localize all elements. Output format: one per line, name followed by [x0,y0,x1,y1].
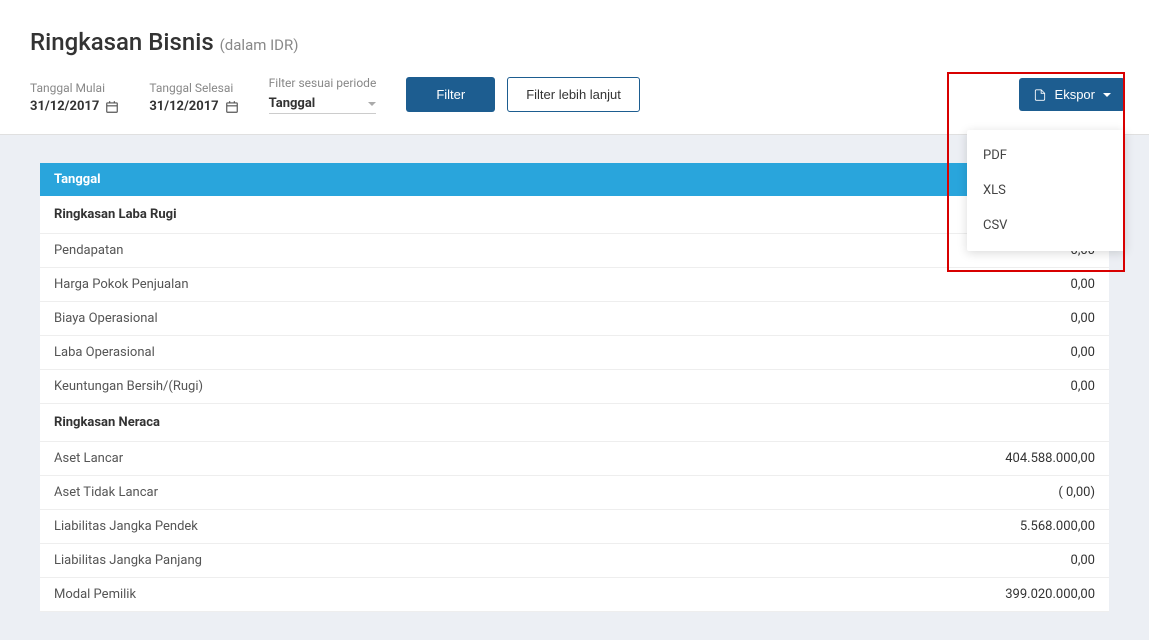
filter-bar: Tanggal Mulai 31/12/2017 Tanggal Selesai… [0,66,1149,135]
period-filter-value: Tanggal [269,96,316,111]
end-date-label: Tanggal Selesai [149,81,238,95]
row-value: ( 0,00) [1058,485,1095,500]
calendar-icon [225,100,239,114]
row-liab-pendek: Liabilitas Jangka Pendek 5.568.000,00 [40,510,1109,544]
row-value: 5.568.000,00 [1020,519,1095,534]
export-option-xls[interactable]: XLS [967,173,1125,208]
period-filter-field: Filter sesuai periode Tanggal [269,76,377,114]
row-label: Liabilitas Jangka Pendek [54,519,198,534]
row-modal-pemilik: Modal Pemilik 399.020.000,00 [40,578,1109,612]
row-label: Aset Tidak Lancar [54,485,158,500]
start-date-label: Tanggal Mulai [30,81,119,95]
end-date-field: Tanggal Selesai 31/12/2017 [149,81,238,114]
row-aset-tidak-lancar: Aset Tidak Lancar ( 0,00) [40,476,1109,510]
row-laba-op: Laba Operasional 0,00 [40,336,1109,370]
summary-card: Tanggal Ringkasan Laba Rugi Pendapatan 0… [40,163,1109,612]
calendar-icon [105,100,119,114]
export-button-label: Ekspor [1055,87,1095,102]
row-label: Modal Pemilik [54,587,136,602]
page-title-subtitle: (dalam IDR) [220,36,299,54]
row-label: Pendapatan [54,243,123,258]
start-date-value: 31/12/2017 [30,99,99,114]
row-value: 0,00 [1071,553,1095,568]
row-label: Harga Pokok Penjualan [54,277,189,292]
export-option-pdf[interactable]: PDF [967,138,1125,173]
row-value: 0,00 [1071,345,1095,360]
row-value: 399.020.000,00 [1005,587,1095,602]
chevron-down-icon [368,102,376,106]
export-dropdown: PDF XLS CSV [967,130,1125,251]
row-value: 0,00 [1071,379,1095,394]
page-title: Ringkasan Bisnis (dalam IDR) [30,28,1119,56]
start-date-field: Tanggal Mulai 31/12/2017 [30,81,119,114]
row-value: 404.588.000,00 [1005,451,1095,466]
file-export-icon [1033,88,1047,102]
row-value: 0,00 [1071,311,1095,326]
export-option-csv[interactable]: CSV [967,208,1125,243]
more-filter-button[interactable]: Filter lebih lanjut [507,77,640,112]
row-label: Biaya Operasional [54,311,158,326]
row-biaya-op: Biaya Operasional 0,00 [40,302,1109,336]
start-date-input[interactable]: 31/12/2017 [30,99,119,114]
row-label: Liabilitas Jangka Panjang [54,553,202,568]
row-liab-panjang: Liabilitas Jangka Panjang 0,00 [40,544,1109,578]
export-area: Ekspor PDF XLS CSV [1019,72,1131,111]
period-filter-label: Filter sesuai periode [269,76,377,90]
row-hpp: Harga Pokok Penjualan 0,00 [40,268,1109,302]
filter-actions: Filter Filter lebih lanjut [406,77,640,112]
export-button[interactable]: Ekspor [1019,78,1125,111]
table-column-header: Tanggal [40,163,1109,196]
caret-down-icon [1103,93,1111,97]
end-date-value: 31/12/2017 [149,99,218,114]
end-date-input[interactable]: 31/12/2017 [149,99,238,114]
row-pendapatan: Pendapatan 0,00 [40,234,1109,268]
row-label: Keuntungan Bersih/(Rugi) [54,379,203,394]
section-laba-rugi-title: Ringkasan Laba Rugi [40,196,1109,234]
row-label: Laba Operasional [54,345,155,360]
section-neraca-title: Ringkasan Neraca [40,404,1109,442]
row-keuntungan: Keuntungan Bersih/(Rugi) 0,00 [40,370,1109,404]
row-label: Aset Lancar [54,451,123,466]
filter-button[interactable]: Filter [406,77,495,112]
period-filter-select[interactable]: Tanggal [269,94,377,114]
row-value: 0,00 [1071,277,1095,292]
row-aset-lancar: Aset Lancar 404.588.000,00 [40,442,1109,476]
page-title-main: Ringkasan Bisnis [30,28,214,56]
